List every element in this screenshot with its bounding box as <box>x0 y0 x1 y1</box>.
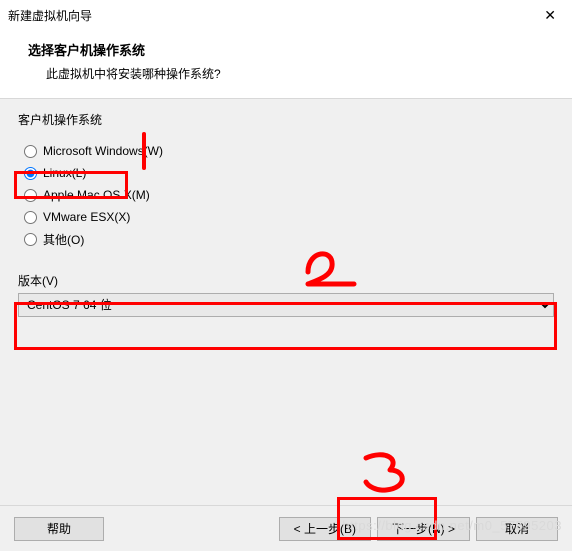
os-option-linux[interactable]: Linux(L) <box>24 162 554 184</box>
os-option-windows[interactable]: Microsoft Windows(W) <box>24 140 554 162</box>
radio-other[interactable] <box>24 233 37 246</box>
os-radio-group: Microsoft Windows(W) Linux(L) Apple Mac … <box>18 134 554 266</box>
page-title: 选择客户机操作系统 <box>28 40 554 59</box>
radio-label: Linux(L) <box>43 166 86 180</box>
radio-label: Microsoft Windows(W) <box>43 144 163 158</box>
radio-label: Apple Mac OS X(M) <box>43 188 150 202</box>
wizard-body: 客户机操作系统 Microsoft Windows(W) Linux(L) Ap… <box>0 99 572 510</box>
next-button[interactable]: 下一步(N) > <box>377 517 470 541</box>
radio-windows[interactable] <box>24 145 37 158</box>
radio-linux[interactable] <box>24 167 37 180</box>
os-group-label: 客户机操作系统 <box>18 111 554 128</box>
back-button[interactable]: < 上一步(B) <box>279 517 371 541</box>
version-select-wrap: CentOS 7 64 位 <box>18 293 554 317</box>
os-option-other[interactable]: 其他(O) <box>24 228 554 250</box>
page-subtitle: 此虚拟机中将安装哪种操作系统? <box>46 65 554 82</box>
os-option-macos[interactable]: Apple Mac OS X(M) <box>24 184 554 206</box>
radio-label: VMware ESX(X) <box>43 210 130 224</box>
titlebar: 新建虚拟机向导 ✕ <box>0 0 572 30</box>
radio-macos[interactable] <box>24 189 37 202</box>
window-title: 新建虚拟机向导 <box>8 7 92 24</box>
close-icon[interactable]: ✕ <box>538 5 562 26</box>
cancel-button[interactable]: 取消 <box>476 517 558 541</box>
version-select[interactable]: CentOS 7 64 位 <box>18 293 554 317</box>
os-option-esx[interactable]: VMware ESX(X) <box>24 206 554 228</box>
radio-label: 其他(O) <box>43 231 84 248</box>
help-button[interactable]: 帮助 <box>14 517 104 541</box>
button-bar: 帮助 < 上一步(B) 下一步(N) > 取消 <box>0 505 572 551</box>
radio-esx[interactable] <box>24 211 37 224</box>
version-label: 版本(V) <box>18 272 554 289</box>
wizard-header: 选择客户机操作系统 此虚拟机中将安装哪种操作系统? <box>0 30 572 98</box>
